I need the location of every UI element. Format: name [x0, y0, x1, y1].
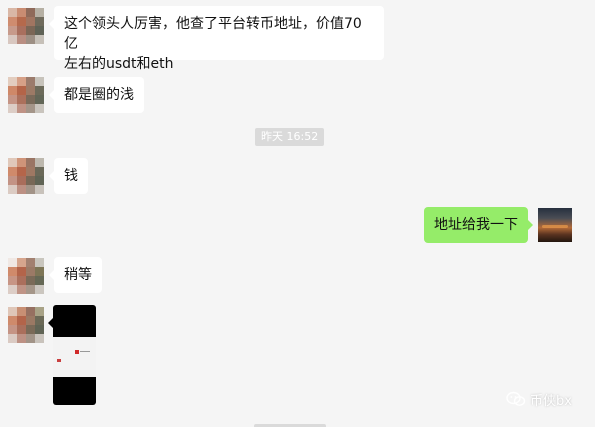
- message-bubble[interactable]: 这个领头人厉害，他查了平台转币地址，价值70亿 左右的usdt和eth: [49, 6, 384, 72]
- message-bubble-outgoing[interactable]: 地址给我一下: [424, 207, 533, 243]
- avatar[interactable]: [8, 307, 44, 343]
- message-text: 都是圈的浅: [64, 87, 134, 103]
- avatar[interactable]: [8, 258, 44, 294]
- watermark: 币侠bx: [506, 388, 572, 410]
- avatar[interactable]: [8, 158, 44, 194]
- avatar[interactable]: [8, 8, 44, 44]
- image-screenshot-content: [53, 337, 96, 377]
- message-bubble[interactable]: 稍等: [49, 257, 102, 293]
- message-text: 稍等: [64, 267, 92, 283]
- image-message[interactable]: [53, 305, 96, 405]
- self-avatar[interactable]: [538, 208, 572, 242]
- timestamp: 昨天 16:52: [255, 128, 325, 146]
- message-text: 钱: [64, 168, 78, 184]
- watermark-text: 币侠bx: [530, 393, 572, 409]
- message-bubble[interactable]: 都是圈的浅: [49, 77, 144, 113]
- message-text-line1: 这个领头人厉害，他查了平台转币地址，价值70亿: [64, 16, 362, 52]
- message-text-line2: 左右的usdt和eth: [64, 56, 174, 72]
- message-text: 地址给我一下: [434, 217, 518, 233]
- avatar[interactable]: [8, 77, 44, 113]
- wechat-official-account-icon: [506, 391, 526, 407]
- message-bubble[interactable]: 钱: [49, 158, 88, 194]
